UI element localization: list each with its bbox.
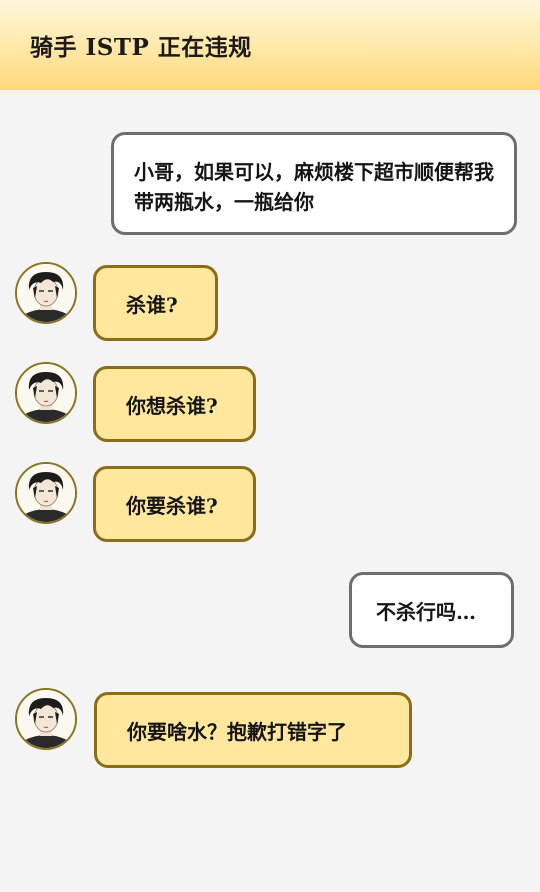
chat-title: 骑手 ISTP 正在违规 [30,34,252,61]
message-text: 你要杀谁? [126,493,218,518]
message-bubble-rider[interactable]: 杀谁? [93,265,218,341]
message-text: 你想杀谁? [126,393,218,418]
message-text: 杀谁? [126,292,178,317]
message-text: 不杀行吗… [376,599,476,624]
rider-avatar-icon[interactable] [15,688,77,750]
message-bubble-me[interactable]: 小哥，如果可以，麻烦楼下超市顺便帮我带两瓶水，一瓶给你 [111,132,517,235]
message-bubble-rider[interactable]: 你想杀谁? [93,366,256,442]
chat-header: 骑手 ISTP 正在违规 [0,0,540,90]
message-bubble-rider[interactable]: 你要杀谁? [93,466,256,542]
rider-avatar-icon[interactable] [15,462,77,524]
rider-avatar-icon[interactable] [15,362,77,424]
message-bubble-rider[interactable]: 你要啥水？抱歉打错字了 [94,692,412,768]
message-bubble-me[interactable]: 不杀行吗… [349,572,514,648]
message-text: 你要啥水？抱歉打错字了 [127,719,347,744]
rider-avatar-icon[interactable] [15,262,77,324]
message-text: 小哥，如果可以，麻烦楼下超市顺便帮我带两瓶水，一瓶给你 [134,160,494,214]
